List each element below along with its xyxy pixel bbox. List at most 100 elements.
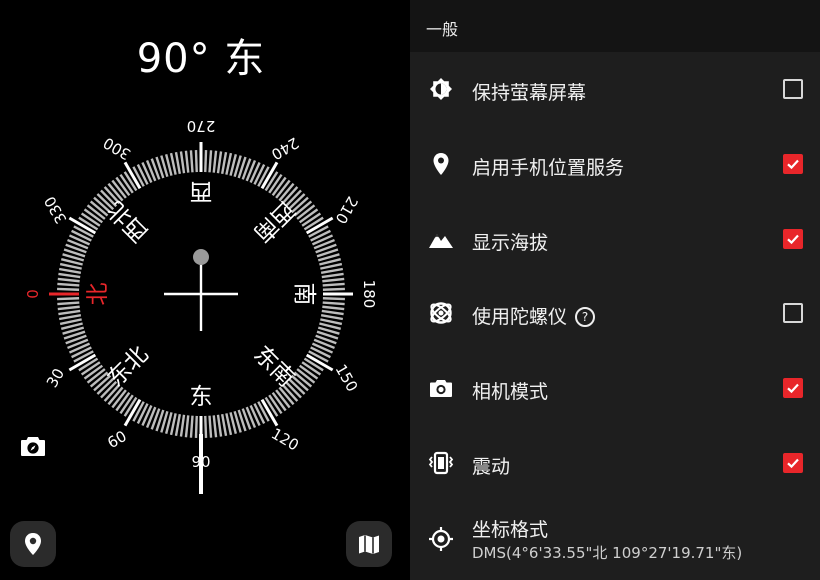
minor-tick xyxy=(208,415,213,438)
degree-label: 0 xyxy=(24,289,42,299)
section-title: 一般 xyxy=(426,20,459,39)
minor-tick xyxy=(194,150,198,173)
minor-tick xyxy=(179,414,186,437)
degree-label: 120 xyxy=(268,425,302,455)
coordinate-format-value: DMS(4°6'33.55"北 109°27'19.71"东) xyxy=(472,544,743,562)
direction-label-northwest: 西北 xyxy=(103,196,154,247)
direction-label-west: 西 xyxy=(190,178,213,204)
degree-label: 30 xyxy=(43,365,68,391)
minor-tick xyxy=(58,267,82,274)
show-altitude-checkbox[interactable] xyxy=(783,229,803,249)
minor-tick xyxy=(58,272,81,279)
minor-tick xyxy=(174,151,181,175)
setting-label: 震动 xyxy=(472,456,511,478)
keep-screen-on-checkbox[interactable] xyxy=(783,79,803,99)
minor-tick xyxy=(57,305,80,311)
degree-label: 180 xyxy=(360,280,378,309)
minor-tick xyxy=(212,150,218,173)
setting-vibrate[interactable]: 震动 xyxy=(410,426,820,500)
coordinate-format-label: 坐标格式 xyxy=(472,519,549,541)
minor-tick xyxy=(57,282,80,287)
location-button[interactable] xyxy=(10,521,56,567)
camera-compass-button[interactable] xyxy=(20,434,46,458)
gyroscope-icon xyxy=(428,300,454,326)
setting-label-text: 使用陀螺仪 xyxy=(472,306,568,328)
setting-label: 保持萤幕屏幕 xyxy=(472,82,587,104)
compass-panel: 90° 东 0 30 60 90 120 150 180 210 240 270 300 330 北东北… xyxy=(0,0,410,580)
minor-tick xyxy=(71,346,92,359)
location-services-checkbox[interactable] xyxy=(783,154,803,174)
minor-tick xyxy=(216,151,223,174)
direction-label-southwest: 西南 xyxy=(248,196,299,247)
check-icon xyxy=(787,159,799,170)
minor-tick xyxy=(184,415,190,438)
minor-tick xyxy=(204,415,208,438)
compass-dial: 0 30 60 90 120 150 180 210 240 270 300 330 北东北东 东南 南 西南… xyxy=(24,117,378,494)
minor-tick xyxy=(174,413,181,437)
minor-tick xyxy=(253,403,266,424)
setting-use-gyroscope[interactable]: 使用陀螺仪? xyxy=(410,276,820,350)
degree-label: 210 xyxy=(332,193,362,227)
minor-tick xyxy=(204,150,208,173)
minor-tick xyxy=(57,301,80,306)
vibrate-icon xyxy=(428,450,454,476)
setting-show-altitude[interactable]: 显示海拔 xyxy=(410,202,820,276)
degree-label: 300 xyxy=(100,134,134,164)
minor-tick xyxy=(225,413,233,436)
minor-tick xyxy=(320,267,344,274)
check-icon xyxy=(787,458,799,469)
map-button[interactable] xyxy=(346,521,392,567)
minor-tick xyxy=(179,151,186,174)
minor-tick xyxy=(320,314,344,321)
setting-keep-screen-on[interactable]: 保持萤幕屏幕 xyxy=(410,52,820,126)
minor-tick xyxy=(71,229,92,242)
use-gyroscope-checkbox[interactable] xyxy=(783,303,803,323)
minor-tick xyxy=(322,301,345,306)
help-icon[interactable]: ? xyxy=(575,307,596,327)
mountain-icon xyxy=(428,226,454,252)
minor-tick xyxy=(253,164,266,185)
minor-tick xyxy=(57,287,80,291)
degree-label: 240 xyxy=(268,134,302,164)
direction-label-north: 北 xyxy=(85,283,111,306)
minor-tick xyxy=(216,414,223,437)
minor-tick xyxy=(59,262,82,270)
setting-label: 显示海拔 xyxy=(472,232,549,254)
vibrate-checkbox[interactable] xyxy=(783,453,803,473)
setting-coordinate-format[interactable]: 坐标格式 DMS(4°6'33.55"北 109°27'19.71"东) xyxy=(410,500,820,580)
minor-tick xyxy=(169,152,177,175)
camera-mode-checkbox[interactable] xyxy=(783,378,803,398)
minor-tick xyxy=(322,305,345,311)
minor-tick xyxy=(212,415,218,438)
minor-tick xyxy=(194,415,198,438)
minor-tick xyxy=(322,277,345,283)
minor-tick xyxy=(310,229,331,242)
minor-tick xyxy=(136,403,149,424)
minor-tick xyxy=(322,287,345,291)
minor-tick xyxy=(189,150,194,173)
minor-tick xyxy=(320,318,343,326)
degree-label: 90 xyxy=(191,453,210,471)
minor-tick xyxy=(58,309,81,316)
setting-camera-mode[interactable]: 相机模式 xyxy=(410,351,820,425)
minor-tick xyxy=(321,309,344,316)
level-bubble xyxy=(193,249,209,265)
map-icon xyxy=(359,535,379,554)
direction-label-south: 南 xyxy=(291,283,317,306)
minor-tick xyxy=(320,262,343,270)
minor-tick xyxy=(208,150,213,173)
degree-label: 330 xyxy=(41,193,71,227)
degree-label: 150 xyxy=(332,361,362,395)
direction-label-east: 东 xyxy=(190,384,213,410)
brightness-icon xyxy=(428,76,454,102)
minor-tick xyxy=(221,413,228,437)
direction-label-southeast: 东南 xyxy=(248,341,299,392)
setting-location-services[interactable]: 启用手机位置服务 xyxy=(410,127,820,201)
section-header: 一般 xyxy=(410,0,820,52)
location-pin-icon xyxy=(428,151,454,177)
minor-tick xyxy=(310,346,331,359)
setting-label: 使用陀螺仪? xyxy=(472,302,596,329)
minor-tick xyxy=(322,297,345,301)
settings-panel: 一般 保持萤幕屏幕 启用手机位置服务 显示海拔 使用陀螺仪 ? 相机模式 震动 … xyxy=(410,0,820,580)
camera-icon xyxy=(428,375,454,401)
